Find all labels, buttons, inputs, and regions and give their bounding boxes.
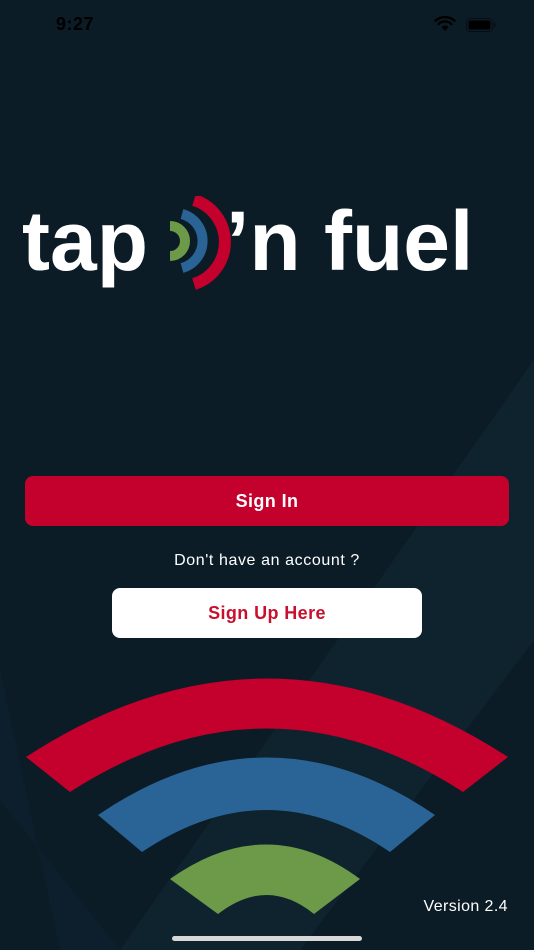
version-label: Version 2.4 (423, 898, 508, 915)
sign-up-button[interactable]: Sign Up Here (112, 588, 422, 638)
status-bar: 9:27 (0, 0, 534, 50)
app-logo: tap ’n fuel (22, 196, 473, 290)
green-arc (170, 844, 360, 914)
battery-icon (466, 18, 496, 32)
sign-up-label: Sign Up Here (208, 602, 326, 623)
sign-in-button[interactable]: Sign In (25, 476, 509, 526)
status-time: 9:27 (56, 14, 95, 34)
nfc-signal-icon (169, 196, 231, 290)
logo-text-tap: tap (22, 196, 148, 288)
no-account-prompt: Don't have an account ? (174, 552, 360, 569)
logo-text-n-fuel: ’n fuel (226, 196, 473, 288)
blue-arc (98, 757, 435, 852)
home-indicator[interactable] (172, 936, 362, 941)
sign-in-label: Sign In (235, 490, 299, 511)
wifi-icon (434, 16, 456, 31)
